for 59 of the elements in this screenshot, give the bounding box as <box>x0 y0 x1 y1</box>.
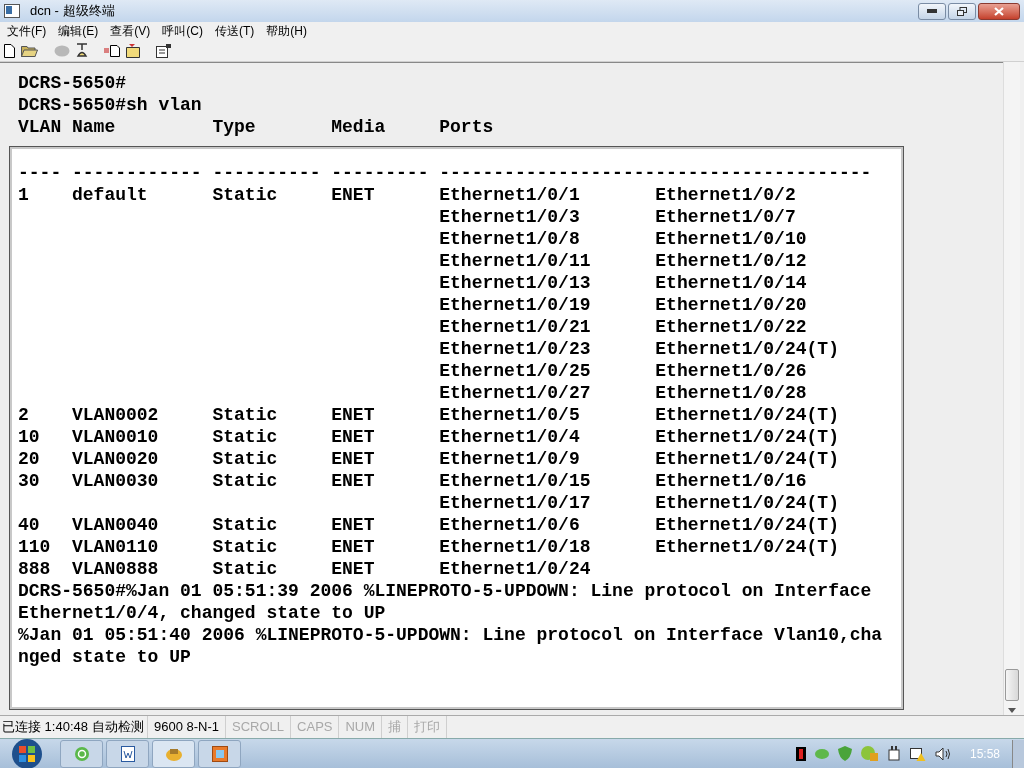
close-button[interactable] <box>978 2 1020 20</box>
document-icon <box>120 745 135 762</box>
terminal-line: 1 default Static ENET Ethernet1/0/1 Ethernet1/0/2 <box>18 184 796 206</box>
terminal-line: Ethernet1/0/19 Ethernet1/0/20 <box>438 294 807 316</box>
window-icon <box>211 745 228 762</box>
scroll-down-icon[interactable] <box>1008 708 1016 713</box>
open-folder-icon[interactable] <box>21 44 38 57</box>
terminal-line: Ethernet1/0/17 Ethernet1/0/24(T) <box>438 492 839 514</box>
new-file-icon[interactable] <box>4 43 15 58</box>
receive-icon[interactable] <box>126 43 140 58</box>
window-title: dcn - 超级终端 <box>30 2 116 21</box>
close-icon <box>994 6 1004 16</box>
terminal-line: 10 VLAN0010 Static ENET Ethernet1/0/4 Ethernet1/0/24(T) <box>18 426 839 448</box>
film-icon[interactable] <box>795 746 806 761</box>
menu-item[interactable]: 查看(V) <box>106 22 155 40</box>
terminal-line: Ethernet1/0/11 Ethernet1/0/12 <box>438 250 807 272</box>
terminal-line: %Jan 01 05:51:40 2006 %LINEPROTO-5-UPDOWN: Line protocol on Interface Vlan10,cha <box>18 624 883 646</box>
terminal-line: nged state to UP <box>18 646 191 668</box>
restore-icon <box>957 6 967 16</box>
network-warning-icon[interactable] <box>909 746 926 761</box>
menu-item[interactable]: 呼叫(C) <box>158 22 207 40</box>
terminal-line: Ethernet1/0/23 Ethernet1/0/24(T) <box>438 338 839 360</box>
browser-icon <box>73 745 90 762</box>
terminal-line: 20 VLAN0020 Static ENET Ethernet1/0/9 Ethernet1/0/24(T) <box>18 448 839 470</box>
terminal-line: Ethernet1/0/25 Ethernet1/0/26 <box>438 360 807 382</box>
volume-icon[interactable] <box>934 746 951 761</box>
terminal-line: 30 VLAN0030 Static ENET Ethernet1/0/15 Ethernet1/0/16 <box>18 470 807 492</box>
minimize-button[interactable] <box>918 2 946 20</box>
terminal-line: DCRS-5650#sh vlan <box>18 94 202 116</box>
app-icon <box>4 4 20 18</box>
minimize-icon <box>927 9 937 13</box>
terminal-line: 110 VLAN0110 Static ENET Ethernet1/0/18 Ethernet1/0/24(T) <box>18 536 839 558</box>
power-plug-icon[interactable] <box>886 746 901 761</box>
terminal-line: 40 VLAN0040 Static ENET Ethernet1/0/6 Ethernet1/0/24(T) <box>18 514 839 536</box>
scrollbar-thumb[interactable] <box>1005 669 1019 701</box>
menu-item[interactable]: 传送(T) <box>211 22 259 40</box>
terminal-line: VLAN Name Type Media Ports <box>18 116 494 138</box>
terminal-line: Ethernet1/0/8 Ethernet1/0/10 <box>438 228 807 250</box>
terminal-line: Ethernet1/0/13 Ethernet1/0/14 <box>438 272 807 294</box>
terminal-line: Ethernet1/0/3 Ethernet1/0/7 <box>438 206 796 228</box>
taskbar-window-button[interactable] <box>198 739 241 768</box>
properties-icon[interactable] <box>156 43 171 58</box>
taskbar-document-button[interactable] <box>106 739 149 768</box>
menu-item[interactable]: 编辑(E) <box>54 22 103 40</box>
send-icon[interactable] <box>104 44 120 57</box>
terminal-line: Ethernet1/0/21 Ethernet1/0/22 <box>438 316 807 338</box>
menu-item[interactable]: 帮助(H) <box>262 22 311 40</box>
terminal-line: Ethernet1/0/4, changed state to UP <box>18 602 386 624</box>
terminal-line: Ethernet1/0/27 Ethernet1/0/28 <box>438 382 807 404</box>
menu-item[interactable]: 文件(F) <box>3 22 51 40</box>
restore-button[interactable] <box>948 2 976 20</box>
terminal-line: 888 VLAN0888 Static ENET Ethernet1/0/24 <box>18 558 591 580</box>
terminal-line: ---- ------------ ---------- --------- ---------------------------------------- <box>18 162 872 184</box>
start-button[interactable] <box>9 738 45 768</box>
terminal-line: DCRS-5650# <box>18 72 127 94</box>
vertical-scrollbar[interactable] <box>1003 62 1020 715</box>
terminal-line: DCRS-5650#%Jan 01 05:51:39 2006 %LINEPROTO-5-UPDOWN: Line protocol on Interface <box>18 580 872 602</box>
terminal-line: 2 VLAN0002 Static ENET Ethernet1/0/5 Ethernet1/0/24(T) <box>18 404 839 426</box>
taskbar-terminal-button[interactable] <box>152 739 195 768</box>
